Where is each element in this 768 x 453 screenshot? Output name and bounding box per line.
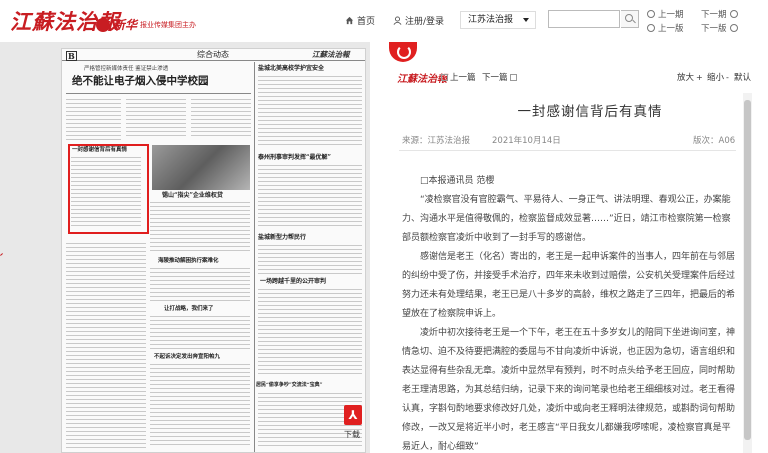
- zoom-out-label: 缩小: [707, 73, 725, 83]
- minus-icon: -: [726, 72, 729, 82]
- article-edition: 版次：A06: [693, 136, 736, 146]
- publisher-text: 报业传媒集团主办: [140, 20, 197, 29]
- paper-col-head-7[interactable]: 让打战略，我们来了: [164, 306, 214, 313]
- zoom-in-label: 放大: [677, 73, 695, 83]
- paper-section: 综合动态: [197, 50, 229, 59]
- login-label: 注册/登录: [405, 17, 445, 27]
- prev-issue-label: 上一期: [658, 10, 684, 20]
- paper-col-head-5[interactable]: 盐城新型力帮民行: [258, 235, 306, 241]
- prev-issue-link[interactable]: 上一期: [647, 8, 684, 20]
- paper-col-head-8[interactable]: 不起诉决定发出奔宣阳帕九: [154, 354, 220, 361]
- paper-col-head-3[interactable]: 锡山“指尖”企业维权贷: [162, 193, 223, 199]
- edition-select[interactable]: 江苏法治报: [460, 11, 536, 29]
- home-link[interactable]: 首页: [345, 14, 375, 27]
- search-button[interactable]: [621, 10, 639, 28]
- paper-col-head-1[interactable]: 盐城北美高校学护宜安全: [258, 66, 324, 72]
- paper-col-head-2[interactable]: 泰州刑事审判发挥“最优解”: [258, 155, 331, 161]
- search-input[interactable]: [548, 10, 620, 28]
- article-mini-logo: 江蘇法治報: [397, 74, 447, 85]
- prev-article-label: 上一篇: [450, 73, 476, 83]
- paper-col-head-9[interactable]: 居民“偷享争吵”交流法“宝典”: [256, 383, 323, 388]
- selected-article-highlight[interactable]: [68, 144, 149, 234]
- next-article-icon: [509, 73, 517, 81]
- next-page-label: 下一版: [701, 24, 727, 34]
- next-article-link[interactable]: 下一篇: [482, 71, 517, 83]
- login-link[interactable]: 注册/登录: [393, 14, 444, 27]
- paper-main-headline: 绝不能让电子烟入侵中学校园: [72, 75, 209, 87]
- next-issue-label: 下一期: [701, 10, 727, 20]
- download-pdf-button[interactable]: ⅄ 下载: [344, 405, 364, 440]
- paper-masthead: 江蘇法治報: [312, 50, 350, 59]
- article-paragraph: “凌检察官没有官腔霸气、平易待人、一身正气、讲法明理、春观公正，办案能力、沟通水…: [402, 195, 731, 243]
- news-photo[interactable]: [152, 145, 250, 190]
- article-scrollbar-thumb[interactable]: [744, 100, 751, 440]
- meta-divider: [399, 150, 736, 151]
- zoom-default-button[interactable]: 默认: [734, 71, 751, 83]
- edition-select-value: 江苏法治报: [468, 15, 514, 25]
- download-label: 下载: [344, 430, 360, 439]
- user-icon: [393, 16, 402, 25]
- article-title: 一封感谢信背后有真情: [517, 104, 663, 120]
- next-issue-link[interactable]: 下一期: [701, 8, 738, 20]
- next-page-icon: [729, 24, 738, 32]
- prev-page-label: 上一版: [658, 24, 684, 34]
- prev-article-icon: [441, 73, 448, 81]
- plus-icon: +: [696, 72, 703, 82]
- back-icon[interactable]: [389, 42, 417, 62]
- newspaper-page[interactable]: B 综合动态 江蘇法治報 严格管控新媒体责任 鉴证禁止渗透 绝不能让电子烟入侵中…: [61, 48, 366, 453]
- publisher-brand: 新华: [113, 18, 138, 32]
- expand-left-icon[interactable]: [0, 250, 3, 264]
- paper-col-head-6[interactable]: 一场跨越千里的公开审判: [260, 279, 326, 285]
- publisher-logo: 新华 报业传媒集团主办: [96, 16, 196, 33]
- zoom-in-button[interactable]: 放大 +: [677, 71, 703, 84]
- publisher-mark-icon: [96, 17, 110, 32]
- next-article-label: 下一篇: [482, 73, 508, 83]
- zoom-out-button[interactable]: 缩小 -: [707, 71, 729, 84]
- zoom-default-label: 默认: [734, 73, 752, 83]
- pdf-icon: ⅄: [344, 405, 362, 425]
- top-header: 江蘇法治報 新华 报业传媒集团主办 首页 注册/登录 江苏法治报 上一期 下一期…: [0, 0, 768, 42]
- next-page-link[interactable]: 下一版: [701, 22, 738, 34]
- next-issue-icon: [729, 10, 738, 18]
- article-source: 来源：江苏法治报: [402, 136, 471, 146]
- prev-article-link[interactable]: 上一篇: [441, 71, 476, 83]
- article-byline: □本报通讯员 范櫻: [420, 176, 495, 186]
- article-paragraph: 感谢信是老王（化名）寄出的，老王是一起申诉案件的当事人，四年前在与邻居的纠纷中受…: [402, 252, 736, 319]
- page-letter: B: [66, 51, 77, 61]
- prev-issue-icon: [647, 10, 655, 18]
- article-date: 2021年10月14日: [492, 136, 561, 146]
- home-label: 首页: [357, 17, 376, 27]
- article-paragraph: 凌炘中初次接待老王是一个下午，老王在五十多岁女儿的陪同下坐进询问室，神情急切、迫…: [402, 328, 736, 452]
- paper-kicker: 严格管控新媒体责任 鉴证禁止渗透: [84, 66, 169, 72]
- chevron-down-icon: [523, 18, 529, 22]
- prev-page-link[interactable]: 上一版: [647, 22, 684, 34]
- prev-page-icon: [647, 24, 655, 32]
- home-icon: [345, 16, 354, 25]
- paper-col-head-4[interactable]: 海陵推动解困执行案难化: [158, 258, 219, 265]
